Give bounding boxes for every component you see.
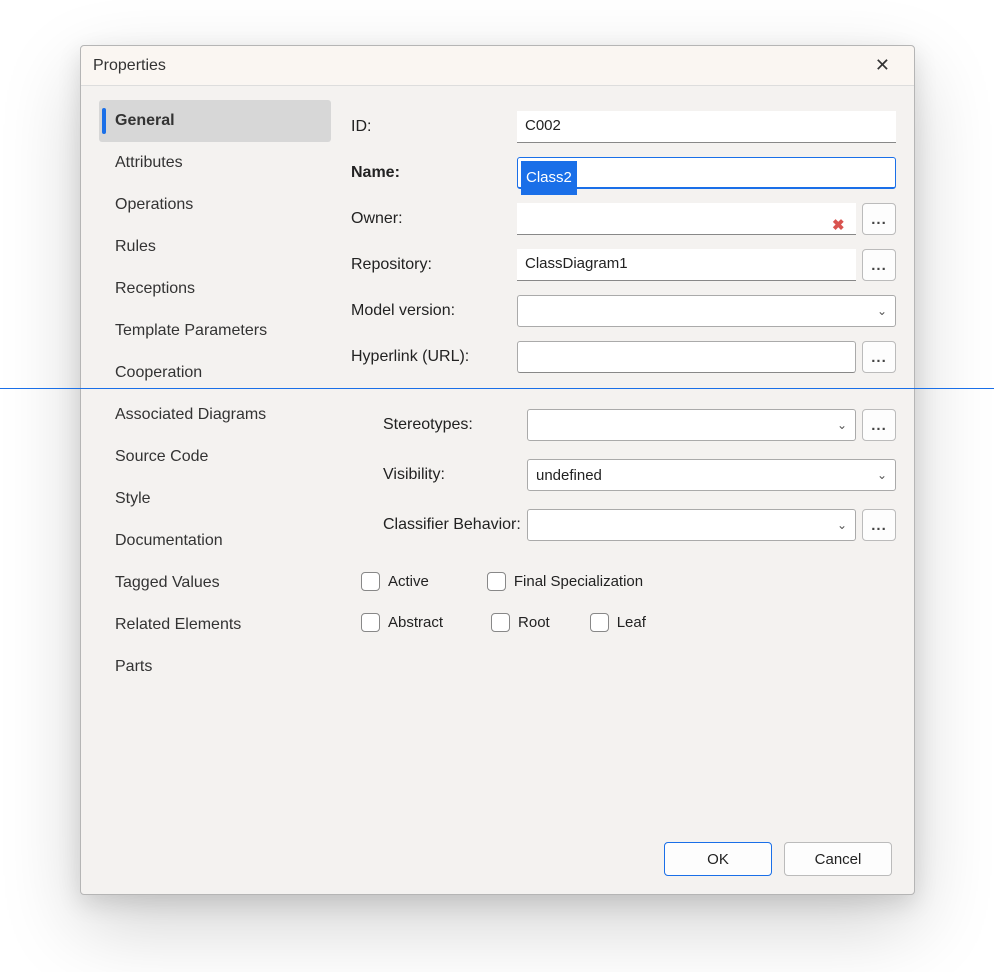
- sidebar-item-label: Rules: [115, 238, 156, 256]
- sidebar-item-source-code[interactable]: Source Code: [99, 436, 331, 478]
- sidebar-item-label: Attributes: [115, 154, 183, 172]
- sidebar-item-attributes[interactable]: Attributes: [99, 142, 331, 184]
- sidebar-item-label: Source Code: [115, 448, 208, 466]
- name-selected-text: Class2: [521, 161, 577, 195]
- owner-browse-button[interactable]: ...: [862, 203, 896, 235]
- sidebar-item-label: Related Elements: [115, 616, 241, 634]
- hyperlink-input[interactable]: [517, 341, 856, 373]
- id-input[interactable]: C002: [517, 111, 896, 143]
- stereotypes-select[interactable]: ⌄: [527, 409, 856, 441]
- chevron-down-icon: ⌄: [837, 518, 847, 532]
- row-classifier-behavior: Classifier Behavior: ⌄ ...: [347, 502, 896, 548]
- sidebar-item-label: Associated Diagrams: [115, 406, 266, 424]
- classifier-browse-button[interactable]: ...: [862, 509, 896, 541]
- titlebar: Properties ✕: [81, 46, 914, 86]
- sidebar-item-label: Cooperation: [115, 364, 202, 382]
- checkbox-row-1: Active Final Specialization: [347, 572, 896, 591]
- visibility-select[interactable]: undefined ⌄: [527, 459, 896, 491]
- row-repository: Repository: ClassDiagram1 ...: [347, 242, 896, 288]
- sidebar-item-label: Operations: [115, 196, 193, 214]
- sidebar-item-parts[interactable]: Parts: [99, 646, 331, 688]
- row-id: ID: C002: [347, 104, 896, 150]
- sidebar-item-tagged-values[interactable]: Tagged Values: [99, 562, 331, 604]
- active-checkbox[interactable]: Active: [361, 572, 429, 591]
- row-visibility: Visibility: undefined ⌄: [347, 452, 896, 498]
- ellipsis-icon: ...: [871, 349, 887, 366]
- external-divider: [0, 388, 994, 389]
- leaf-checkbox[interactable]: Leaf: [590, 613, 646, 632]
- cancel-button[interactable]: Cancel: [784, 842, 892, 876]
- final-specialization-label: Final Specialization: [514, 573, 643, 590]
- chevron-down-icon: ⌄: [877, 304, 887, 318]
- ellipsis-icon: ...: [871, 417, 887, 434]
- owner-input[interactable]: ✖: [517, 203, 856, 235]
- checkbox-box: [590, 613, 609, 632]
- final-specialization-checkbox[interactable]: Final Specialization: [487, 572, 643, 591]
- chevron-down-icon: ⌄: [837, 418, 847, 432]
- repository-browse-button[interactable]: ...: [862, 249, 896, 281]
- root-label: Root: [518, 614, 550, 631]
- classifier-label: Classifier Behavior:: [347, 516, 527, 534]
- row-stereotypes: Stereotypes: ⌄ ...: [347, 402, 896, 448]
- model-version-label: Model version:: [347, 302, 517, 320]
- ok-button[interactable]: OK: [664, 842, 772, 876]
- leaf-label: Leaf: [617, 614, 646, 631]
- sidebar-item-operations[interactable]: Operations: [99, 184, 331, 226]
- row-model-version: Model version: ⌄: [347, 288, 896, 334]
- sidebar-item-style[interactable]: Style: [99, 478, 331, 520]
- id-label: ID:: [347, 118, 517, 136]
- abstract-label: Abstract: [388, 614, 443, 631]
- checkbox-row-2: Abstract Root Leaf: [347, 613, 896, 632]
- classifier-select[interactable]: ⌄: [527, 509, 856, 541]
- repository-label: Repository:: [347, 256, 517, 274]
- visibility-label: Visibility:: [347, 466, 527, 484]
- hyperlink-browse-button[interactable]: ...: [862, 341, 896, 373]
- dialog-footer: OK Cancel: [81, 834, 914, 894]
- sidebar-item-label: Parts: [115, 658, 152, 676]
- active-label: Active: [388, 573, 429, 590]
- sidebar: General Attributes Operations Rules Rece…: [99, 100, 331, 834]
- sidebar-item-rules[interactable]: Rules: [99, 226, 331, 268]
- form-panel: ID: C002 Name: Class2 Owner: ✖: [347, 100, 896, 834]
- checkbox-box: [361, 613, 380, 632]
- sidebar-item-template-parameters[interactable]: Template Parameters: [99, 310, 331, 352]
- chevron-down-icon: ⌄: [877, 468, 887, 482]
- row-owner: Owner: ✖ ...: [347, 196, 896, 242]
- name-label: Name:: [347, 164, 517, 182]
- row-hyperlink: Hyperlink (URL): ...: [347, 334, 896, 380]
- sidebar-item-associated-diagrams[interactable]: Associated Diagrams: [99, 394, 331, 436]
- sidebar-item-label: Template Parameters: [115, 322, 267, 340]
- sidebar-item-label: Tagged Values: [115, 574, 220, 592]
- checkbox-box: [491, 613, 510, 632]
- properties-dialog: Properties ✕ General Attributes Operatio…: [80, 45, 915, 895]
- hyperlink-label: Hyperlink (URL):: [347, 348, 517, 366]
- sidebar-item-documentation[interactable]: Documentation: [99, 520, 331, 562]
- owner-label: Owner:: [347, 210, 517, 228]
- sidebar-item-receptions[interactable]: Receptions: [99, 268, 331, 310]
- stereotypes-label: Stereotypes:: [347, 416, 527, 434]
- repository-input[interactable]: ClassDiagram1: [517, 249, 856, 281]
- checkbox-box: [361, 572, 380, 591]
- ellipsis-icon: ...: [871, 257, 887, 274]
- clear-owner-icon[interactable]: ✖: [832, 211, 848, 227]
- ellipsis-icon: ...: [871, 211, 887, 228]
- root-checkbox[interactable]: Root: [491, 613, 550, 632]
- sidebar-item-label: Style: [115, 490, 151, 508]
- visibility-value: undefined: [536, 467, 602, 484]
- row-name: Name: Class2: [347, 150, 896, 196]
- name-input[interactable]: Class2: [517, 157, 896, 189]
- ellipsis-icon: ...: [871, 517, 887, 534]
- abstract-checkbox[interactable]: Abstract: [361, 613, 443, 632]
- sidebar-item-label: General: [115, 112, 175, 130]
- sidebar-item-related-elements[interactable]: Related Elements: [99, 604, 331, 646]
- close-icon[interactable]: ✕: [863, 47, 902, 84]
- window-title: Properties: [93, 57, 166, 75]
- stereotypes-browse-button[interactable]: ...: [862, 409, 896, 441]
- sidebar-item-label: Receptions: [115, 280, 195, 298]
- checkbox-box: [487, 572, 506, 591]
- sidebar-item-general[interactable]: General: [99, 100, 331, 142]
- model-version-select[interactable]: ⌄: [517, 295, 896, 327]
- sidebar-item-label: Documentation: [115, 532, 223, 550]
